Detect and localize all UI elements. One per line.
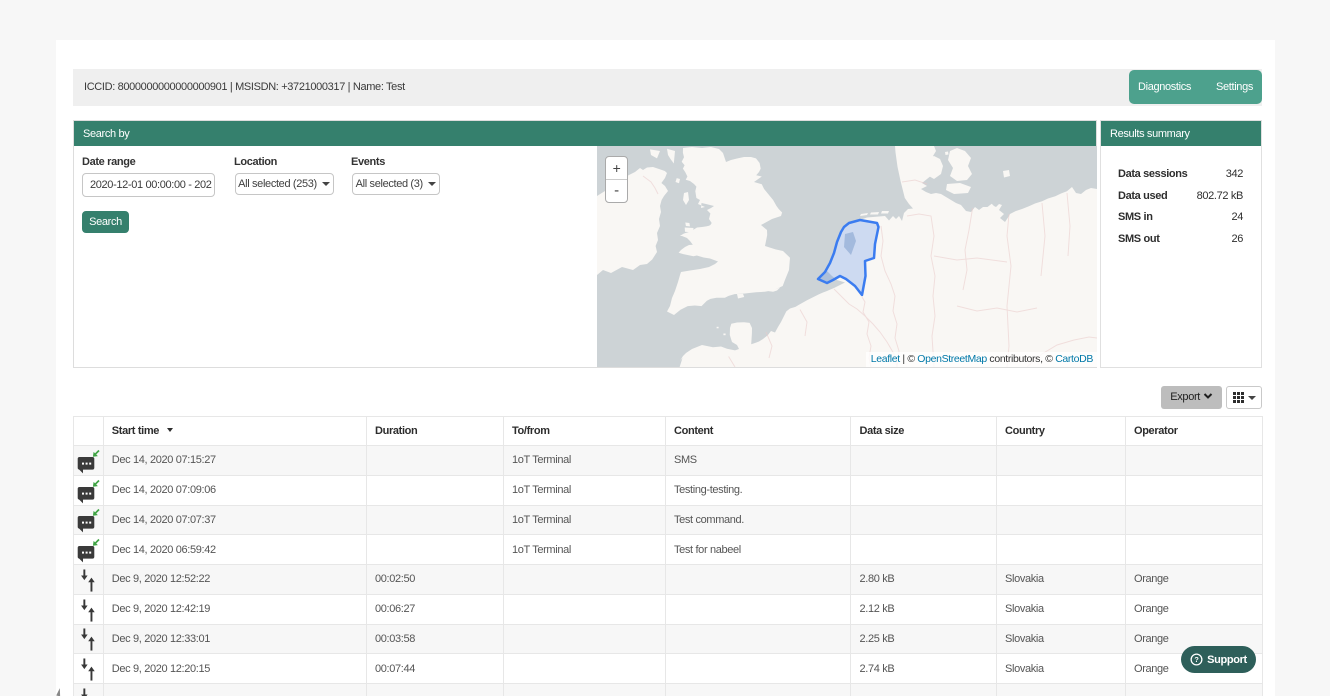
svg-text:?: ? xyxy=(1195,655,1200,664)
